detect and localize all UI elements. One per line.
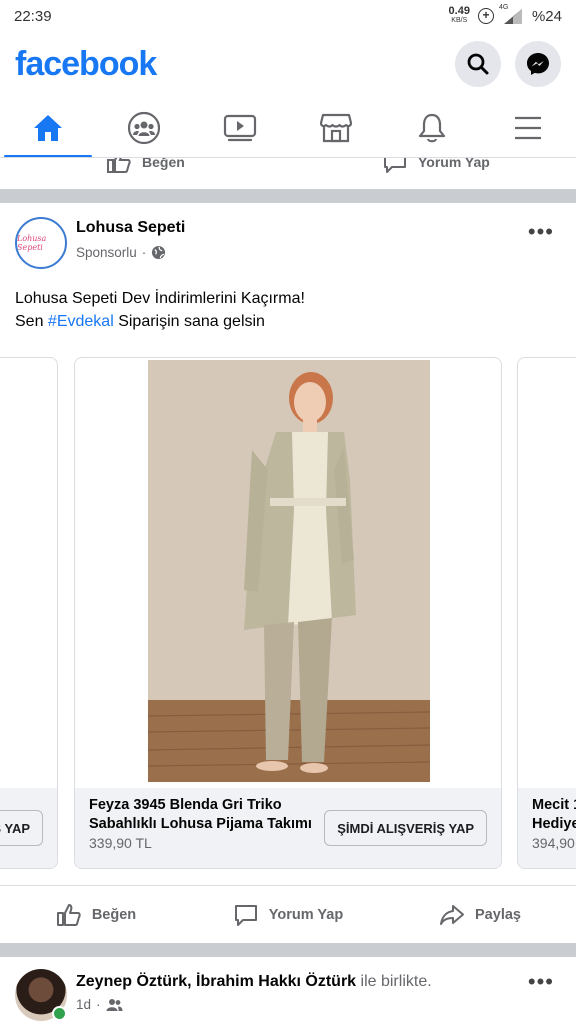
marketplace-icon xyxy=(319,113,353,143)
carousel-card-footer: Mecit 1 Hediye 394,90 xyxy=(518,788,576,868)
menu-icon xyxy=(515,116,541,140)
tab-groups[interactable] xyxy=(96,98,192,158)
online-status-indicator xyxy=(52,1006,67,1021)
shop-now-button[interactable]: ŞİMDİ ALIŞVERİŞ YAP xyxy=(324,810,487,846)
next-post-options-button[interactable]: ••• xyxy=(528,971,554,993)
feed-divider xyxy=(0,943,576,957)
nav-border xyxy=(0,157,576,158)
post-text-prefix: Sen xyxy=(15,313,48,330)
share-label: Paylaş xyxy=(475,906,521,923)
home-icon xyxy=(34,115,62,141)
network-speed-unit: KB/S xyxy=(451,17,468,24)
post-options-button[interactable]: ••• xyxy=(528,221,554,243)
tab-marketplace[interactable] xyxy=(288,98,384,158)
product-price: 394,90 xyxy=(532,835,575,851)
carousel-card-footer: Feyza 3945 Blenda Gri Triko Sabahlıklı L… xyxy=(75,788,501,868)
shop-now-label: ŞİMDİ ALIŞVERİŞ YAP xyxy=(0,820,30,836)
meta-separator: · xyxy=(96,997,101,1012)
signal-icon: 4G xyxy=(498,4,524,25)
shop-now-button[interactable]: ŞİMDİ ALIŞVERİŞ YAP xyxy=(0,810,43,846)
post-author-line: Zeynep Öztürk, İbrahim Hakkı Öztürk ile … xyxy=(76,973,432,991)
sponsored-label: Sponsorlu xyxy=(76,245,137,260)
comment-label: Yorum Yap xyxy=(268,906,344,923)
like-button[interactable]: Beğen xyxy=(0,903,192,927)
data-saver-icon: + xyxy=(477,8,494,24)
page-avatar-logo: Lohusa Sepeti xyxy=(17,234,47,252)
product-image xyxy=(148,360,430,782)
hashtag-link[interactable]: #Evdekal xyxy=(48,313,114,330)
comment-icon xyxy=(234,904,257,926)
product-title[interactable]: Mecit 1 Hediye xyxy=(532,796,576,834)
tab-menu[interactable] xyxy=(480,98,576,158)
share-button[interactable]: Paylaş xyxy=(384,903,576,927)
feed-divider xyxy=(0,189,576,203)
friends-icon xyxy=(106,998,123,1011)
status-icons: 0.49 KB/S + 4G %24 xyxy=(448,4,562,25)
tab-home[interactable] xyxy=(0,98,96,158)
notifications-icon xyxy=(418,113,446,143)
share-icon xyxy=(440,904,465,925)
sponsored-meta: Sponsorlu · xyxy=(76,245,166,260)
battery-level: %24 xyxy=(531,7,562,25)
facebook-app: 22:39 0.49 KB/S + 4G %24 facebook Beğen … xyxy=(0,0,576,1024)
main-nav xyxy=(0,98,576,158)
status-bar: 22:39 0.49 KB/S + 4G %24 xyxy=(0,0,576,32)
network-speed: 0.49 KB/S xyxy=(448,5,470,25)
tagged-name[interactable]: İbrahim Hakkı Öztürk xyxy=(196,973,356,990)
search-icon xyxy=(467,53,489,75)
post-text-line1: Lohusa Sepeti Dev İndirimlerini Kaçırma! xyxy=(15,290,305,307)
next-post-header: Zeynep Öztürk, İbrahim Hakkı Öztürk ile … xyxy=(0,957,576,1024)
search-button[interactable] xyxy=(455,41,501,87)
carousel-card-main[interactable]: Feyza 3945 Blenda Gri Triko Sabahlıklı L… xyxy=(74,357,502,869)
messenger-icon xyxy=(527,53,549,75)
page-name[interactable]: Lohusa Sepeti xyxy=(76,219,185,237)
post-header: Lohusa Sepeti Lohusa Sepeti Sponsorlu · … xyxy=(0,205,576,275)
shop-now-label: ŞİMDİ ALIŞVERİŞ YAP xyxy=(337,820,474,836)
page-avatar[interactable]: Lohusa Sepeti xyxy=(15,217,67,269)
like-label: Beğen xyxy=(91,906,137,923)
messenger-button[interactable] xyxy=(515,41,561,87)
next-post-meta: 1d · xyxy=(76,997,123,1012)
app-header: facebook xyxy=(0,32,576,96)
post-text-suffix: Siparişin sana gelsin xyxy=(113,313,265,330)
carousel-card-next[interactable]: Mecit 1 Hediye 394,90 xyxy=(517,357,576,869)
with-text: ile birlikte. xyxy=(356,973,432,990)
watch-icon xyxy=(223,114,257,142)
meta-separator: · xyxy=(141,245,147,260)
network-speed-value: 0.49 xyxy=(448,5,470,17)
comment-button[interactable]: Yorum Yap xyxy=(192,903,384,927)
tab-notifications[interactable] xyxy=(384,98,480,158)
product-title[interactable]: Feyza 3945 Blenda Gri Triko Sabahlıklı L… xyxy=(89,796,329,834)
post-time[interactable]: 1d xyxy=(76,997,91,1012)
globe-icon xyxy=(152,245,166,260)
post-text: Lohusa Sepeti Dev İndirimlerini Kaçırma!… xyxy=(15,287,561,333)
post-actions: Beğen Yorum Yap Paylaş xyxy=(0,885,576,943)
author-separator: , xyxy=(187,973,197,990)
like-icon xyxy=(56,903,81,926)
product-photo[interactable] xyxy=(148,360,430,782)
product-price: 339,90 TL xyxy=(89,835,152,851)
carousel-card-footer: ŞİMDİ ALIŞVERİŞ YAP xyxy=(0,788,57,868)
carousel-card-previous[interactable]: ŞİMDİ ALIŞVERİŞ YAP xyxy=(0,357,58,869)
status-time: 22:39 xyxy=(14,7,52,25)
post-text-line2: Sen #Evdekal Siparişin sana gelsin xyxy=(15,310,561,333)
network-type: 4G xyxy=(498,4,509,11)
facebook-logo[interactable]: facebook xyxy=(15,45,441,84)
author-name[interactable]: Zeynep Öztürk xyxy=(76,973,187,990)
groups-icon xyxy=(127,111,161,145)
tab-watch[interactable] xyxy=(192,98,288,158)
